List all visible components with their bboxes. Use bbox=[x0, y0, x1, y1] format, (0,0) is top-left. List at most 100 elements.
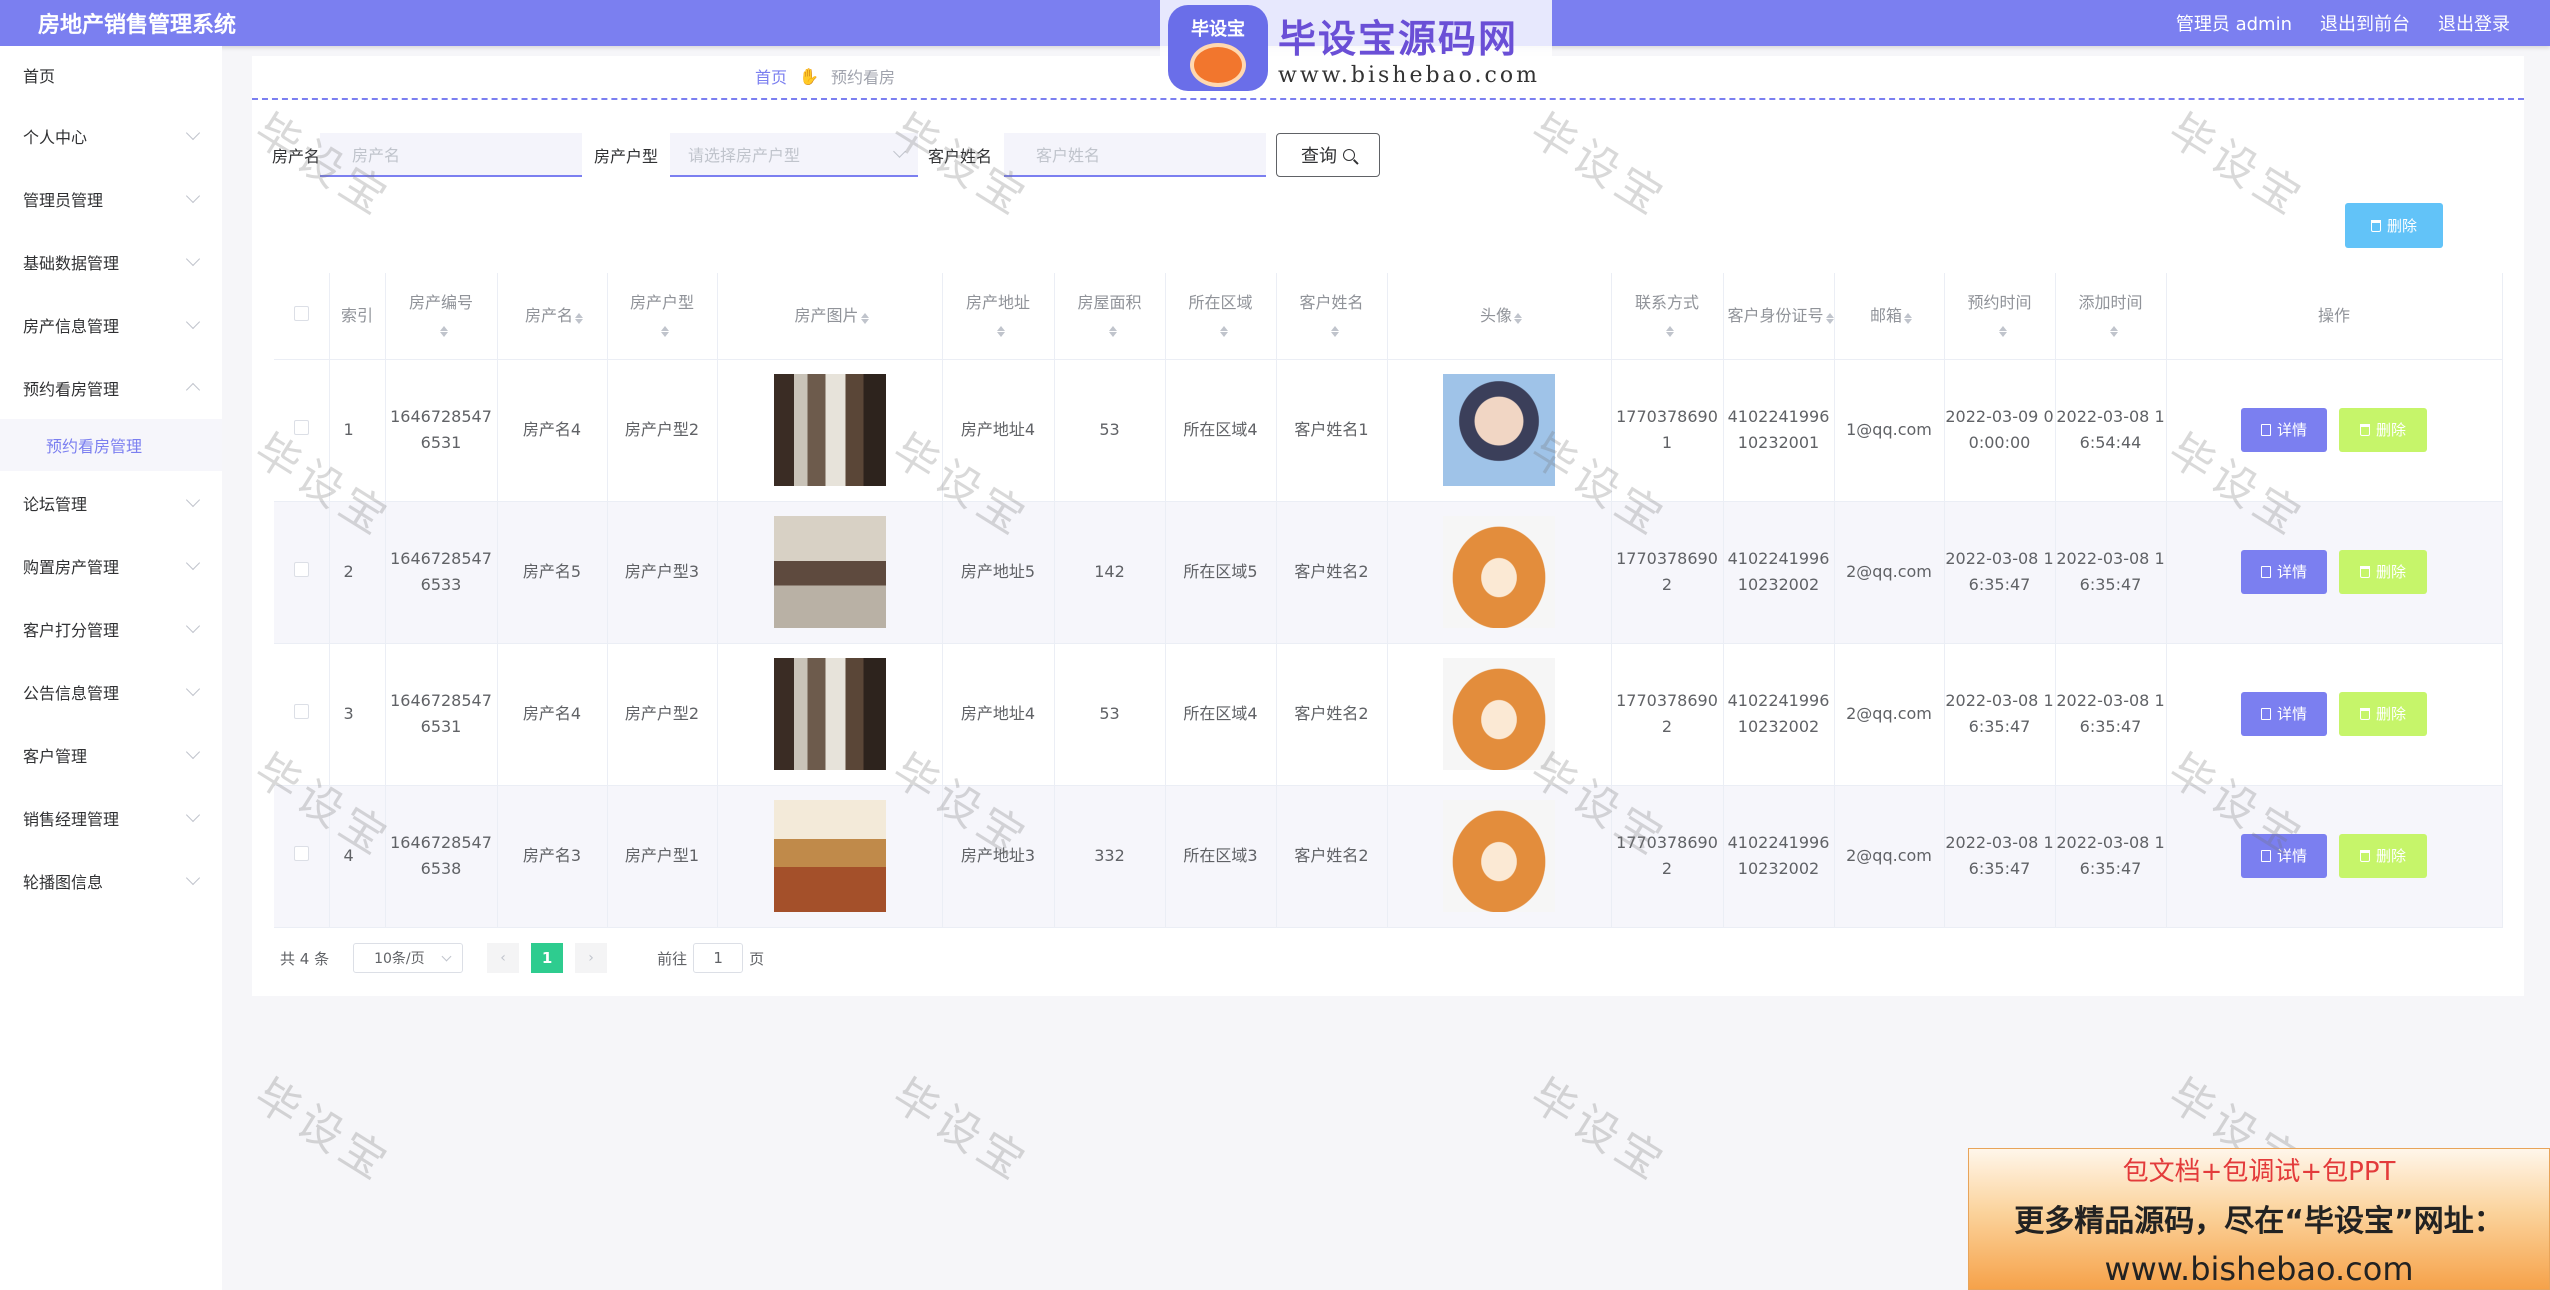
property-image[interactable] bbox=[773, 374, 886, 486]
sidebar-item-personal-center[interactable]: 个人中心 bbox=[0, 104, 222, 167]
header-region[interactable]: 所在区域 bbox=[1165, 273, 1277, 360]
header-property-address[interactable]: 房产地址 bbox=[942, 273, 1055, 360]
cell-property-image bbox=[717, 359, 943, 502]
sidebar-item-purchases[interactable]: 购置房产管理 bbox=[0, 534, 222, 597]
avatar[interactable] bbox=[1443, 658, 1555, 770]
row-checkbox[interactable] bbox=[293, 420, 309, 435]
page-size-select[interactable]: 10条/页 bbox=[353, 943, 464, 973]
table-row: 1 16467285476531 房产名4 房产户型2 房产地址4 53 所在区… bbox=[274, 359, 2503, 502]
cell-property-code: 16467285476533 bbox=[385, 501, 498, 644]
customer-name-input[interactable]: 客户姓名 bbox=[1004, 133, 1267, 177]
property-type-label: 房产户型 bbox=[594, 147, 659, 166]
cell-added-time: 2022-03-08 16:35:47 bbox=[2055, 501, 2167, 644]
avatar[interactable] bbox=[1443, 374, 1555, 486]
goto-page-input[interactable]: 1 bbox=[693, 943, 744, 973]
detail-button[interactable]: 详情 bbox=[2241, 834, 2327, 878]
row-select-cell[interactable] bbox=[274, 785, 330, 928]
property-image[interactable] bbox=[773, 800, 886, 912]
cell-actions: 详情 删除 bbox=[2166, 359, 2503, 502]
promo-banner[interactable]: 包文档+包调试+包PPT 更多精品源码，尽在“毕设宝”网址： www.bishe… bbox=[1968, 1148, 2550, 1290]
sidebar-item-viewing-appointments[interactable]: 预约看房管理 bbox=[0, 356, 222, 419]
prev-page-button[interactable]: ‹ bbox=[487, 943, 520, 973]
sidebar-subitem-viewing-appointments[interactable]: 预约看房管理 bbox=[0, 419, 222, 471]
cell-region: 所在区域3 bbox=[1165, 785, 1277, 928]
delete-button[interactable]: 删除 bbox=[2339, 692, 2427, 736]
select-all-checkbox[interactable] bbox=[293, 305, 309, 321]
sidebar-item-sales-managers[interactable]: 销售经理管理 bbox=[0, 786, 222, 849]
page-number-1[interactable]: 1 bbox=[531, 943, 564, 973]
cell-index: 2 bbox=[329, 501, 386, 644]
sidebar-item-forum[interactable]: 论坛管理 bbox=[0, 471, 222, 534]
header-id-card[interactable]: 客户身份证号 bbox=[1723, 273, 1835, 360]
chevron-left-icon: ‹ bbox=[500, 950, 506, 966]
sidebar-item-admin[interactable]: 管理员管理 bbox=[0, 167, 222, 230]
logo-face-icon bbox=[1190, 43, 1246, 87]
chevron-up-icon bbox=[185, 382, 201, 397]
cell-region: 所在区域5 bbox=[1165, 501, 1277, 644]
sidebar-item-announcements[interactable]: 公告信息管理 bbox=[0, 660, 222, 723]
watermark-text: 毕设宝 bbox=[883, 1069, 1038, 1193]
property-name-input[interactable]: 房产名 bbox=[320, 133, 583, 177]
sidebar-item-basic-data[interactable]: 基础数据管理 bbox=[0, 230, 222, 293]
logout-link[interactable]: 退出登录 bbox=[2438, 10, 2510, 36]
detail-button[interactable]: 详情 bbox=[2241, 692, 2327, 736]
document-icon bbox=[2260, 708, 2271, 720]
delete-button[interactable]: 删除 bbox=[2339, 408, 2427, 452]
header-added-time[interactable]: 添加时间 bbox=[2055, 273, 2167, 360]
trash-icon bbox=[2359, 708, 2370, 720]
document-icon bbox=[2260, 566, 2271, 578]
top-links: 管理员 admin 退出到前台 退出登录 bbox=[2176, 10, 2510, 36]
sidebar-item-carousel[interactable]: 轮播图信息 bbox=[0, 849, 222, 912]
header-property-name[interactable]: 房产名 bbox=[497, 273, 608, 360]
header-actions: 操作 bbox=[2166, 273, 2503, 360]
header-property-code[interactable]: 房产编号 bbox=[385, 273, 498, 360]
sidebar-item-ratings[interactable]: 客户打分管理 bbox=[0, 597, 222, 660]
header-appointment-time[interactable]: 预约时间 bbox=[1944, 273, 2056, 360]
cell-actions: 详情 删除 bbox=[2166, 785, 2503, 928]
row-checkbox[interactable] bbox=[293, 704, 309, 719]
cell-customer-name: 客户姓名2 bbox=[1276, 501, 1388, 644]
promo-line-3: www.bishebao.com bbox=[2104, 1250, 2414, 1288]
cell-area: 53 bbox=[1054, 643, 1166, 786]
header-area[interactable]: 房屋面积 bbox=[1054, 273, 1166, 360]
property-image[interactable] bbox=[773, 658, 886, 770]
sidebar-item-property-info[interactable]: 房产信息管理 bbox=[0, 293, 222, 356]
detail-button[interactable]: 详情 bbox=[2241, 550, 2327, 594]
header-email[interactable]: 邮箱 bbox=[1834, 273, 1945, 360]
logo-url: www.bishebao.com bbox=[1278, 63, 1540, 88]
breadcrumb: 首页 ✋ 预约看房 bbox=[755, 64, 895, 88]
header-phone[interactable]: 联系方式 bbox=[1611, 273, 1724, 360]
cell-index: 3 bbox=[329, 643, 386, 786]
avatar[interactable] bbox=[1443, 516, 1555, 628]
page-size-value: 10条/页 bbox=[374, 951, 425, 967]
header-property-image[interactable]: 房产图片 bbox=[717, 273, 943, 360]
back-to-front-link[interactable]: 退出到前台 bbox=[2320, 10, 2410, 36]
header-customer-name[interactable]: 客户姓名 bbox=[1276, 273, 1388, 360]
breadcrumb-home[interactable]: 首页 bbox=[755, 64, 787, 88]
row-select-cell[interactable] bbox=[274, 501, 330, 644]
row-checkbox[interactable] bbox=[293, 846, 309, 861]
property-type-placeholder: 请选择房产户型 bbox=[688, 146, 801, 165]
property-type-select[interactable]: 请选择房产户型 bbox=[670, 133, 919, 177]
cell-email: 2@qq.com bbox=[1834, 643, 1945, 786]
sidebar-item-customers[interactable]: 客户管理 bbox=[0, 723, 222, 786]
delete-button[interactable]: 删除 bbox=[2339, 834, 2427, 878]
header-property-type[interactable]: 房产户型 bbox=[607, 273, 718, 360]
batch-delete-button[interactable]: 删除 bbox=[2345, 203, 2443, 248]
avatar[interactable] bbox=[1443, 800, 1555, 912]
cell-property-address: 房产地址5 bbox=[942, 501, 1055, 644]
row-select-cell[interactable] bbox=[274, 643, 330, 786]
header-avatar[interactable]: 头像 bbox=[1387, 273, 1612, 360]
cell-region: 所在区域4 bbox=[1165, 359, 1277, 502]
chevron-down-icon bbox=[185, 555, 201, 570]
detail-button[interactable]: 详情 bbox=[2241, 408, 2327, 452]
delete-button[interactable]: 删除 bbox=[2339, 550, 2427, 594]
query-button[interactable]: 查询 bbox=[1276, 133, 1381, 177]
row-select-cell[interactable] bbox=[274, 359, 330, 502]
row-checkbox[interactable] bbox=[293, 562, 309, 577]
next-page-button[interactable]: › bbox=[575, 943, 608, 973]
property-image[interactable] bbox=[773, 516, 886, 628]
sidebar-item-home[interactable]: 首页 bbox=[0, 46, 222, 104]
cell-added-time: 2022-03-08 16:35:47 bbox=[2055, 785, 2167, 928]
select-all-cell[interactable] bbox=[274, 273, 330, 360]
